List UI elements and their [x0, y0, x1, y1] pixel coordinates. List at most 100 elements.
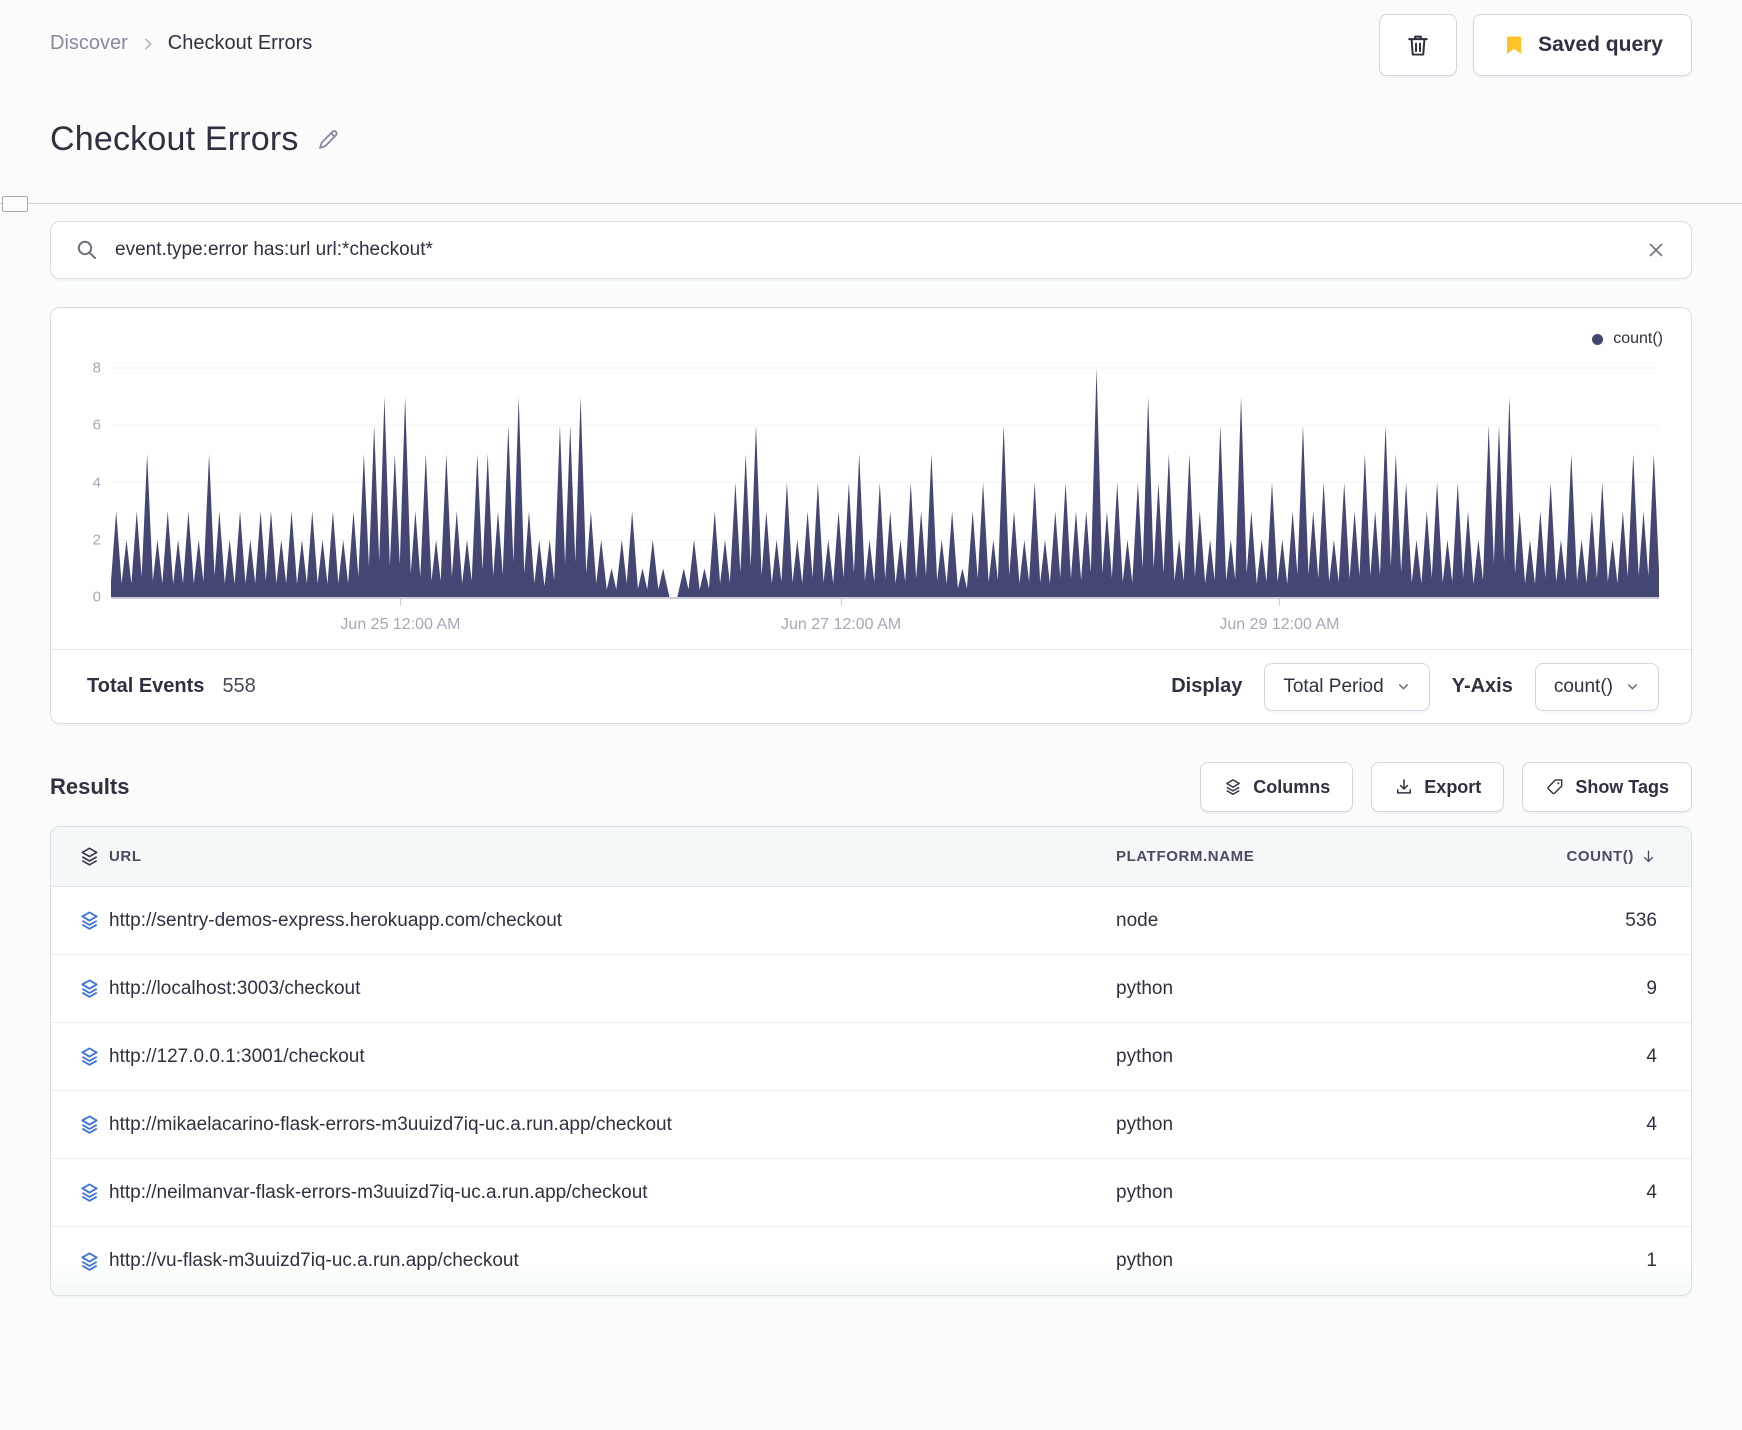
row-platform: node [1116, 909, 1159, 931]
saved-query-button[interactable]: Saved query [1473, 14, 1692, 76]
column-header-count[interactable]: COUNT() [1566, 848, 1691, 865]
breadcrumb-discover-link[interactable]: Discover [50, 32, 128, 55]
columns-button[interactable]: Columns [1200, 762, 1354, 812]
yaxis-dropdown-value: count() [1553, 675, 1613, 697]
row-url-link[interactable]: http://neilmanvar-flask-errors-m3uuizd7i… [109, 1182, 1116, 1204]
open-stack-icon[interactable] [51, 977, 109, 1000]
stack-column-icon[interactable] [51, 845, 109, 868]
export-button-label: Export [1424, 776, 1482, 797]
show-tags-button[interactable]: Show Tags [1522, 762, 1692, 812]
row-platform: python [1116, 1113, 1174, 1135]
row-count: 4 [1646, 1045, 1657, 1067]
download-icon [1394, 777, 1414, 797]
page-title-row: Checkout Errors [50, 120, 1692, 159]
open-stack-icon[interactable] [51, 1045, 109, 1068]
columns-button-label: Columns [1253, 776, 1331, 797]
collapse-handle[interactable] [2, 196, 28, 212]
breadcrumb: Discover Checkout Errors [50, 32, 312, 55]
x-tick: Jun 29 12:00 AM [1219, 597, 1339, 634]
table-row[interactable]: http://neilmanvar-flask-errors-m3uuizd7i… [51, 1159, 1691, 1227]
y-tick-label: 4 [92, 474, 101, 491]
breadcrumb-current: Checkout Errors [167, 32, 313, 54]
y-tick-label: 8 [92, 359, 101, 377]
row-count: 9 [1646, 977, 1657, 999]
events-chart-panel: count() 0 2 4 6 8 Jun 25 12:00 AM Jun 27 12:0… [50, 307, 1692, 724]
row-platform: python [1116, 1181, 1174, 1203]
count-header-label: COUNT() [1566, 848, 1634, 865]
bookmark-icon [1502, 33, 1526, 57]
table-row[interactable]: http://localhost:3003/checkout python 9 [51, 955, 1691, 1023]
x-tick: Jun 27 12:00 AM [781, 597, 901, 634]
results-header-row: Results Columns Export Show Tags [50, 762, 1692, 812]
chevron-down-icon [1396, 679, 1411, 694]
legend-label: count() [1613, 330, 1663, 347]
delete-query-button[interactable] [1379, 14, 1458, 76]
total-events-value: 558 [222, 675, 256, 697]
row-platform: python [1116, 977, 1174, 999]
yaxis-dropdown[interactable]: count() [1534, 662, 1659, 711]
yaxis-label: Y-Axis [1451, 675, 1513, 697]
total-events-label: Total Events [87, 675, 205, 697]
tag-icon [1545, 777, 1565, 797]
open-stack-icon[interactable] [51, 1113, 109, 1136]
row-url-link[interactable]: http://vu-flask-m3uuizd7iq-uc.a.run.app/… [109, 1250, 1116, 1272]
search-input[interactable] [115, 239, 1629, 261]
saved-query-label: Saved query [1538, 33, 1663, 56]
row-url-link[interactable]: http://127.0.0.1:3001/checkout [109, 1046, 1116, 1068]
open-stack-icon[interactable] [51, 1181, 109, 1204]
total-events: Total Events 558 [87, 675, 256, 698]
table-row[interactable]: http://127.0.0.1:3001/checkout python 4 [51, 1023, 1691, 1091]
x-axis-labels: Jun 25 12:00 AM Jun 27 12:00 AM Jun 29 12:… [111, 597, 1659, 649]
chart-plot-area[interactable]: 0 2 4 6 8 [93, 360, 1659, 606]
display-label: Display [1171, 675, 1243, 697]
search-bar [50, 221, 1692, 279]
chevron-down-icon [1625, 679, 1640, 694]
y-tick-label: 6 [92, 416, 101, 434]
y-tick-label: 0 [92, 588, 101, 606]
table-body: http://sentry-demos-express.herokuapp.co… [51, 887, 1691, 1295]
row-count: 4 [1646, 1113, 1657, 1135]
x-tick: Jun 25 12:00 AM [340, 597, 461, 634]
row-count: 4 [1646, 1181, 1657, 1203]
open-stack-icon[interactable] [51, 1250, 109, 1273]
header-actions: Saved query [1379, 14, 1692, 76]
row-url-link[interactable]: http://mikaelacarino-flask-errors-m3uuiz… [109, 1114, 1116, 1136]
row-platform: python [1116, 1250, 1174, 1271]
spike-area-chart [111, 362, 1659, 597]
results-table: URL PLATFORM.NAME COUNT() http://sentry-… [50, 826, 1692, 1296]
row-platform: python [1116, 1045, 1174, 1067]
legend-dot-icon [1592, 333, 1604, 345]
row-count: 1 [1646, 1250, 1657, 1271]
chart-controls: Display Total Period Y-Axis count() [1171, 662, 1659, 711]
column-header-url[interactable]: URL [109, 848, 1116, 865]
show-tags-button-label: Show Tags [1575, 776, 1669, 797]
table-header-row: URL PLATFORM.NAME COUNT() [51, 827, 1691, 887]
table-row[interactable]: http://mikaelacarino-flask-errors-m3uuiz… [51, 1091, 1691, 1159]
open-stack-icon[interactable] [51, 909, 109, 932]
results-heading: Results [50, 774, 130, 799]
table-row[interactable]: http://sentry-demos-express.herokuapp.co… [51, 887, 1691, 955]
search-icon [75, 238, 99, 262]
table-row[interactable]: http://vu-flask-m3uuizd7iq-uc.a.run.app/… [51, 1227, 1691, 1295]
chevron-right-icon [140, 36, 156, 52]
row-url-link[interactable]: http://sentry-demos-express.herokuapp.co… [109, 910, 1116, 932]
display-dropdown-value: Total Period [1283, 675, 1384, 697]
column-header-platform[interactable]: PLATFORM.NAME [1116, 848, 1446, 865]
export-button[interactable]: Export [1371, 762, 1505, 812]
row-url-link[interactable]: http://localhost:3003/checkout [109, 978, 1116, 1000]
trash-icon [1404, 31, 1432, 59]
discover-page: Discover Checkout Errors Saved query Che… [0, 0, 1742, 1296]
sort-desc-icon [1640, 848, 1657, 865]
page-title: Checkout Errors [50, 120, 299, 158]
header-divider [0, 196, 1742, 212]
top-bar: Discover Checkout Errors Saved query [50, 0, 1692, 76]
chart-footer: Total Events 558 Display Total Period Y-… [51, 649, 1691, 723]
display-dropdown[interactable]: Total Period [1264, 662, 1430, 711]
row-count: 536 [1625, 909, 1657, 931]
clear-search-icon[interactable] [1645, 239, 1667, 261]
chart-legend[interactable]: count() [1592, 330, 1663, 348]
results-actions: Columns Export Show Tags [1200, 762, 1692, 812]
y-axis-labels: 0 2 4 6 8 [67, 359, 101, 606]
edit-title-icon[interactable] [315, 126, 342, 153]
y-tick-label: 2 [92, 531, 101, 549]
